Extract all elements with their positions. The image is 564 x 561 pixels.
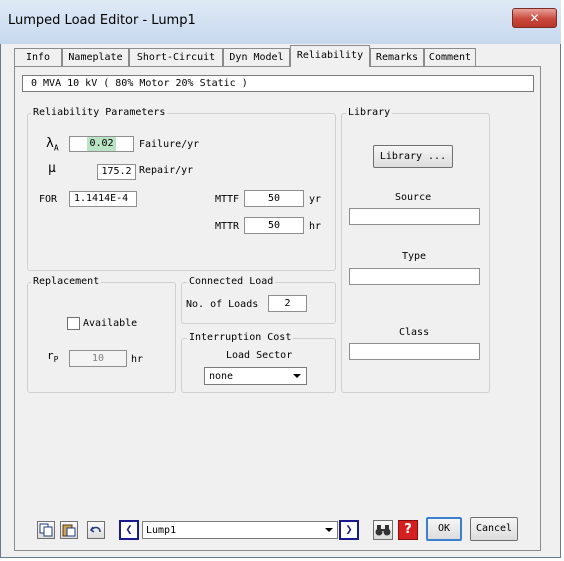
source-field <box>349 208 480 225</box>
rp-field: 10 <box>69 350 127 367</box>
close-button[interactable]: ✕ <box>512 8 557 28</box>
copy-button[interactable] <box>37 521 55 539</box>
paste-button[interactable] <box>60 521 78 539</box>
tab-info[interactable]: Info <box>14 48 62 66</box>
available-checkbox[interactable] <box>67 317 80 330</box>
close-icon: ✕ <box>529 11 540 25</box>
record-select[interactable]: Lump1 <box>142 521 338 539</box>
mttr-field[interactable]: 50 <box>244 217 304 234</box>
tab-comment[interactable]: Comment <box>424 48 476 66</box>
next-record-button[interactable]: ❯ <box>339 520 359 540</box>
load-sector-select[interactable]: none <box>204 367 307 385</box>
lambda-label: λA <box>46 137 59 156</box>
mttf-field[interactable]: 50 <box>244 190 304 207</box>
lambda-subscript: A <box>53 143 59 153</box>
library-label: Library <box>346 107 393 119</box>
library-button[interactable]: Library ... <box>373 145 453 168</box>
cancel-button[interactable]: Cancel <box>470 517 518 541</box>
rp-label: rP <box>47 350 58 366</box>
help-icon: ? <box>404 522 412 537</box>
lambda-value: 0.02 <box>87 137 116 151</box>
rp-subscript: P <box>53 355 59 365</box>
class-field <box>349 343 480 360</box>
tab-dyn-model[interactable]: Dyn Model <box>223 48 290 66</box>
previous-record-button[interactable]: ❮ <box>119 520 139 540</box>
info-bar: 0 MVA 10 kV ( 80% Motor 20% Static ) <box>22 75 534 92</box>
mttf-unit: yr <box>309 194 322 205</box>
mu-field[interactable]: 175.2 <box>97 164 136 180</box>
chevron-left-icon: ❮ <box>125 522 133 536</box>
type-label: Type <box>402 251 427 262</box>
available-label: Available <box>83 318 138 329</box>
load-sector-value: none <box>209 371 234 382</box>
source-label: Source <box>395 192 432 203</box>
rp-unit: hr <box>131 354 144 365</box>
mu-unit: Repair/yr <box>139 165 194 176</box>
interruption-cost-label: Interruption Cost <box>187 332 294 344</box>
undo-icon <box>89 526 101 533</box>
chevron-down-icon <box>325 528 333 532</box>
lambda-symbol: λ <box>46 136 54 151</box>
binoculars-icon <box>375 525 391 536</box>
tab-short-circuit[interactable]: Short-Circuit <box>129 48 223 66</box>
window-title: Lumped Load Editor - Lump1 <box>8 13 196 28</box>
chevron-right-icon: ❯ <box>345 522 353 536</box>
replacement-group <box>27 282 176 393</box>
loads-field[interactable]: 2 <box>268 295 307 312</box>
mttf-label: MTTF <box>215 194 240 205</box>
tab-reliability[interactable]: Reliability <box>290 45 370 67</box>
mttr-label: MTTR <box>215 221 240 232</box>
for-label: FOR <box>39 194 58 205</box>
find-button[interactable] <box>373 520 393 540</box>
ok-button[interactable]: OK <box>426 517 462 541</box>
for-field: 1.1414E-4 <box>69 191 137 207</box>
paste-icon <box>62 524 76 537</box>
reliability-parameters-label: Reliability Parameters <box>31 107 168 119</box>
tab-remarks[interactable]: Remarks <box>370 48 424 66</box>
mttr-unit: hr <box>309 221 322 232</box>
load-sector-label: Load Sector <box>226 350 293 361</box>
record-value: Lump1 <box>146 525 177 536</box>
replacement-label: Replacement <box>31 276 102 288</box>
lambda-unit: Failure/yr <box>139 139 200 150</box>
lambda-field[interactable]: 0.02 <box>69 136 134 152</box>
connected-load-label: Connected Load <box>187 276 276 288</box>
help-button[interactable]: ? <box>398 520 418 540</box>
type-field <box>349 268 480 285</box>
rp-symbol: r <box>47 349 54 362</box>
class-label: Class <box>399 327 430 338</box>
tab-nameplate[interactable]: Nameplate <box>62 48 129 66</box>
copy-icon <box>39 523 53 537</box>
loads-label: No. of Loads <box>186 299 259 310</box>
mu-symbol: μ <box>48 161 56 176</box>
undo-button[interactable] <box>87 521 105 539</box>
chevron-down-icon <box>293 374 301 378</box>
